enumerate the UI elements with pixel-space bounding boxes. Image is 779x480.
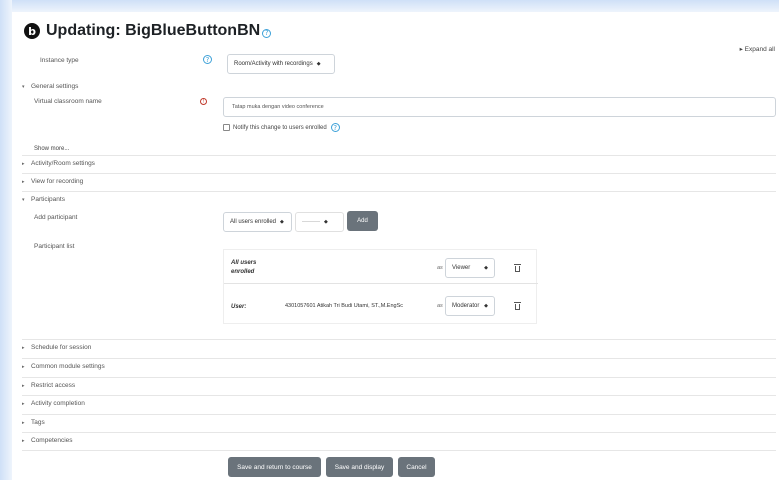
- divider: [22, 432, 776, 433]
- chevron-right-icon: ▸: [22, 419, 25, 426]
- section-common-module-label: Common module settings: [31, 363, 105, 370]
- notify-checkbox-row: Notify this change to users enrolled ?: [223, 123, 340, 132]
- window-frame-left: [0, 0, 12, 480]
- edit-form-page: b Updating: BigBlueButtonBN ? ▸ Expand a…: [12, 12, 779, 480]
- participant-role-value: Viewer: [452, 265, 471, 271]
- chevron-right-icon: ▸: [22, 344, 25, 351]
- divider: [22, 414, 776, 415]
- expand-all-link[interactable]: ▸ Expand all: [740, 45, 775, 53]
- page-title-text: Updating: BigBlueButtonBN: [46, 22, 261, 39]
- section-schedule-for-session[interactable]: ▸ Schedule for session: [22, 344, 91, 351]
- cancel-button[interactable]: Cancel: [398, 457, 435, 477]
- notify-checkbox[interactable]: [223, 124, 230, 131]
- chevron-right-icon: ▸: [22, 178, 25, 185]
- divider: [22, 155, 776, 156]
- expand-all-label: Expand all: [744, 46, 775, 53]
- trash-icon[interactable]: [514, 302, 521, 310]
- section-competencies-label: Competencies: [31, 437, 73, 444]
- select-caret-icon: ◆: [323, 219, 328, 225]
- question-circle-icon[interactable]: ?: [262, 28, 272, 38]
- divider: [22, 358, 776, 359]
- divider: [22, 191, 776, 192]
- chevron-right-icon: ▸: [22, 437, 25, 444]
- participant-select[interactable]: --------- ◆: [295, 212, 344, 232]
- participant-role-select[interactable]: Moderator ◆: [445, 296, 495, 316]
- caret-right-icon: ▸: [739, 46, 743, 53]
- participant-type: All users enrolled: [231, 260, 257, 275]
- section-restrict-access[interactable]: ▸ Restrict access: [22, 382, 75, 389]
- chevron-down-icon: ▾: [22, 83, 25, 90]
- add-participant-button[interactable]: Add: [347, 211, 378, 231]
- divider: [22, 377, 776, 378]
- select-caret-icon: ◆: [280, 219, 284, 225]
- divider: [22, 339, 776, 340]
- section-tags-label: Tags: [31, 419, 45, 426]
- section-restrict-access-label: Restrict access: [31, 382, 76, 389]
- chevron-right-icon: ▸: [22, 160, 25, 167]
- notify-label: Notify this change to users enrolled: [233, 124, 327, 131]
- participant-type-value: All users enrolled: [230, 219, 277, 225]
- divider: [22, 173, 776, 174]
- select-caret-icon: ◆: [484, 303, 488, 309]
- participant-row: User: 4301057601 Atikah Tri Budi Utami, …: [224, 288, 538, 322]
- divider: [22, 450, 776, 451]
- section-general-label: General settings: [31, 83, 79, 90]
- show-more-link[interactable]: Show more...: [34, 146, 69, 152]
- instance-type-label: Instance type: [40, 57, 79, 64]
- chevron-right-icon: ▸: [22, 400, 25, 407]
- section-common-module-settings[interactable]: ▸ Common module settings: [22, 363, 105, 370]
- question-circle-icon[interactable]: ?: [330, 123, 340, 132]
- section-activity-completion[interactable]: ▸ Activity completion: [22, 400, 85, 407]
- section-general-settings[interactable]: ▾ General settings: [22, 83, 78, 90]
- bigbluebutton-logo-icon: b: [24, 23, 40, 39]
- participant-list-label: Participant list: [34, 243, 75, 250]
- participant-row: All users enrolled as Viewer ◆: [224, 250, 538, 284]
- participant-type-select[interactable]: All users enrolled ◆: [223, 212, 292, 232]
- participant-name: 4301057601 Atikah Tri Budi Utami, ST.,M.…: [285, 303, 404, 309]
- trash-icon[interactable]: [514, 264, 521, 272]
- section-tags[interactable]: ▸ Tags: [22, 419, 45, 426]
- as-label: as: [437, 303, 443, 309]
- participant-select-value: ---------: [302, 219, 320, 225]
- page-title: b Updating: BigBlueButtonBN ?: [24, 22, 272, 40]
- chevron-right-icon: ▸: [22, 382, 25, 389]
- instance-type-value: Room/Activity with recordings: [234, 61, 313, 67]
- section-participants[interactable]: ▾ Participants: [22, 196, 65, 203]
- participant-list: All users enrolled as Viewer ◆ User: 430…: [223, 249, 538, 324]
- classroom-name-label: Virtual classroom name: [34, 98, 102, 105]
- save-and-display-button[interactable]: Save and display: [326, 457, 393, 477]
- instance-type-select[interactable]: Room/Activity with recordings ◆: [227, 54, 335, 74]
- participant-role-value: Moderator: [452, 303, 480, 309]
- question-circle-icon[interactable]: ?: [203, 55, 212, 64]
- as-label: as: [437, 265, 443, 271]
- save-and-return-button[interactable]: Save and return to course: [228, 457, 321, 477]
- section-activity-room-label: Activity/Room settings: [31, 160, 95, 167]
- required-icon: !: [200, 98, 207, 105]
- select-caret-icon: ◆: [316, 61, 321, 67]
- section-activity-completion-label: Activity completion: [31, 400, 85, 407]
- section-view-for-recording[interactable]: ▸ View for recording: [22, 178, 83, 185]
- select-caret-icon: ◆: [484, 265, 488, 271]
- section-participants-label: Participants: [31, 196, 65, 203]
- chevron-right-icon: ▸: [22, 363, 25, 370]
- section-view-recording-label: View for recording: [31, 178, 84, 185]
- divider: [22, 395, 776, 396]
- section-schedule-label: Schedule for session: [31, 344, 92, 351]
- chevron-down-icon: ▾: [22, 196, 25, 203]
- window-frame-top: [0, 0, 779, 12]
- section-competencies[interactable]: ▸ Competencies: [22, 437, 73, 444]
- participant-role-select[interactable]: Viewer ◆: [445, 258, 495, 278]
- section-activity-room-settings[interactable]: ▸ Activity/Room settings: [22, 160, 95, 167]
- participant-type: User:: [231, 304, 247, 310]
- add-participant-label: Add participant: [34, 214, 78, 221]
- classroom-name-input[interactable]: Tatap muka dengan video conference: [223, 97, 776, 117]
